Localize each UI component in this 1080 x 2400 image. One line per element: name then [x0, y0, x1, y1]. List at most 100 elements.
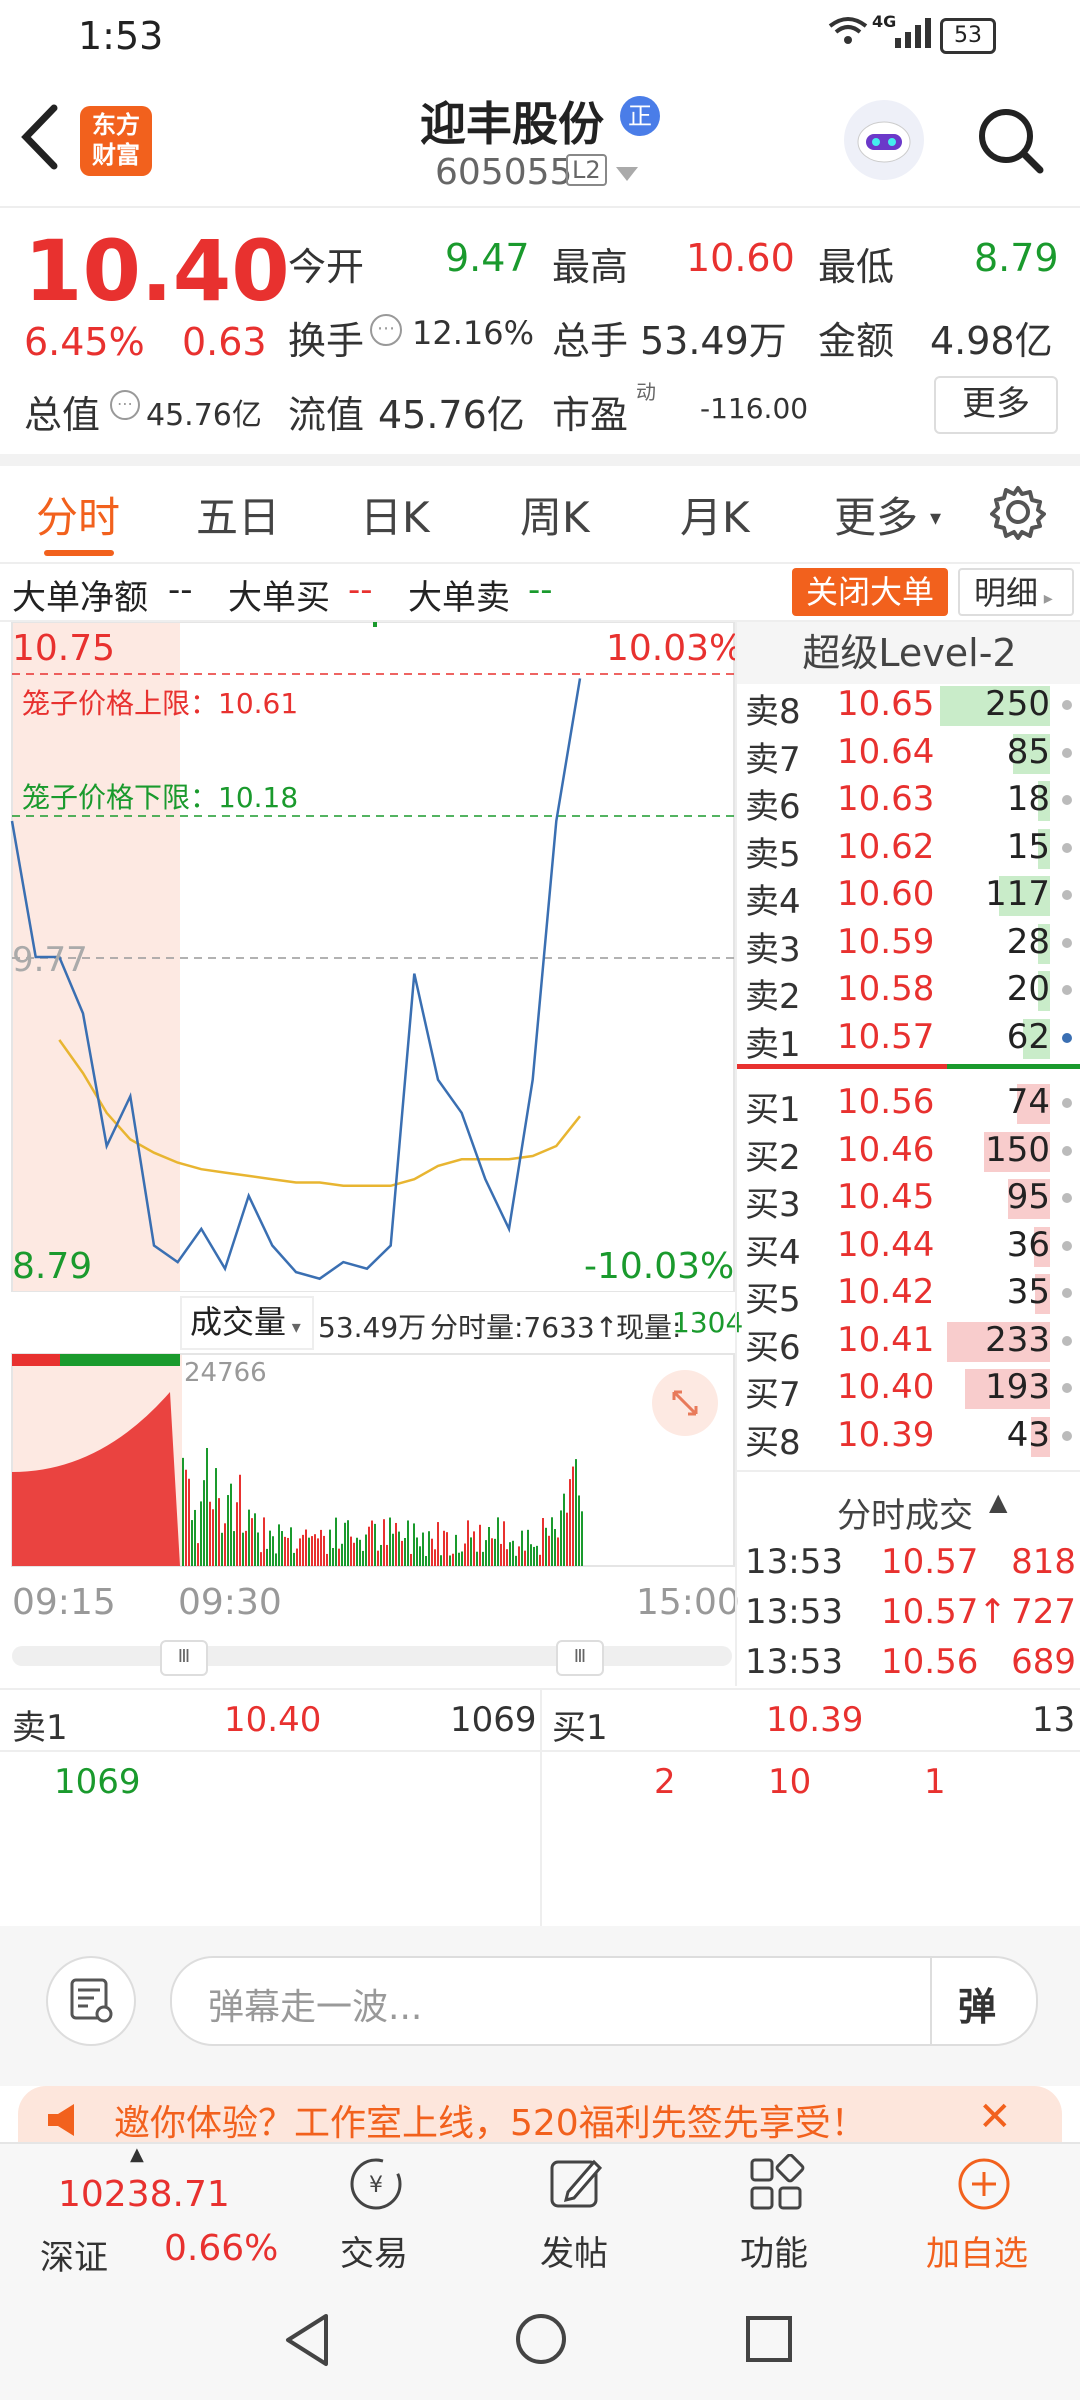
detail-label: 明细 — [974, 574, 1039, 612]
sell-row[interactable]: 卖1 10.57 62 — [737, 1015, 1080, 1065]
time-range-slider[interactable]: Ⅲ Ⅲ — [12, 1640, 732, 1676]
index-ticker[interactable]: ▲ 10238.71 深证 0.66% — [0, 2144, 290, 2282]
robot-assistant-icon[interactable] — [844, 100, 924, 180]
buy-row[interactable]: 买6 10.41 233 — [737, 1318, 1080, 1368]
promo-banner[interactable]: 邀你体验？工作室上线，520福利先签先享受！ ✕ — [18, 2086, 1062, 2142]
nav-recents-icon[interactable] — [744, 2314, 794, 2368]
sell-row[interactable]: 卖7 10.64 85 — [737, 730, 1080, 780]
danmaku-settings-icon[interactable] — [46, 1956, 136, 2046]
tick-price: 10.56 — [881, 1642, 979, 1682]
big-order-sell-value: -- — [528, 570, 553, 610]
queue-buy-item: 1 — [924, 1762, 946, 1802]
info-icon[interactable]: ⋯ — [110, 390, 140, 420]
volume-bar — [482, 1551, 484, 1566]
buy-row[interactable]: 买3 10.45 95 — [737, 1175, 1080, 1225]
volume-bar — [386, 1544, 388, 1566]
ticks-title[interactable]: 分时成交 — [837, 1488, 973, 1537]
sell-row[interactable]: 卖4 10.60 117 — [737, 872, 1080, 922]
detail-button[interactable]: 明细 ▸ — [958, 568, 1074, 616]
bid-ask-ratio-bar-buy — [947, 1064, 1080, 1069]
buy-row[interactable]: 买2 10.46 150 — [737, 1128, 1080, 1178]
sell-level-price: 10.58 — [837, 969, 935, 1009]
nav-home-icon[interactable] — [514, 2312, 568, 2370]
buy-row[interactable]: 买7 10.40 193 — [737, 1365, 1080, 1415]
intraday-chart[interactable]: 10.75 10.03% 笼子价格上限：10.61 笼子价格下限：10.18 9… — [0, 622, 743, 1686]
big-order-buy-value: -- — [348, 570, 373, 610]
chevron-down-icon[interactable] — [616, 166, 638, 185]
turnover-value: 12.16% — [412, 314, 535, 352]
volume-bar — [332, 1547, 334, 1566]
pe-label: 市盈 — [552, 393, 629, 437]
volume-bar — [302, 1534, 304, 1566]
level-dot-icon — [1062, 1145, 1072, 1156]
volume-bar — [566, 1512, 568, 1566]
sell-row[interactable]: 卖3 10.59 28 — [737, 920, 1080, 970]
close-icon[interactable]: ✕ — [978, 2094, 1012, 2140]
danmaku-send-button[interactable]: 弹 — [958, 1976, 996, 2031]
buy-row[interactable]: 买8 10.39 43 — [737, 1413, 1080, 1463]
network-label: 4G — [872, 12, 897, 31]
price-top-label: 10.75 — [12, 628, 116, 669]
sell-level-label: 卖4 — [745, 882, 801, 922]
info-icon[interactable]: ⋯ — [370, 314, 402, 346]
sell-row[interactable]: 卖8 10.65 250 — [737, 682, 1080, 732]
nav-function-label: 功能 — [740, 2234, 808, 2274]
tab-more[interactable]: 更多 — [834, 484, 918, 545]
volume-bar — [383, 1519, 385, 1566]
volume-bar — [506, 1549, 508, 1566]
nav-add-watchlist[interactable]: 加自选 — [910, 2154, 1060, 2274]
pct-bottom-label: -10.03% — [584, 1246, 735, 1287]
level-badge[interactable]: L2 — [566, 154, 607, 186]
danmaku-input[interactable]: 弹幕走一波... 弹 — [170, 1956, 1038, 2046]
volume-bar — [248, 1509, 250, 1566]
buy-row[interactable]: 买4 10.44 36 — [737, 1223, 1080, 1273]
nav-function[interactable]: 功能 — [710, 2154, 840, 2274]
search-icon[interactable] — [976, 106, 1046, 180]
gear-icon[interactable] — [990, 484, 1046, 544]
change-amt: 0.63 — [182, 320, 267, 364]
quote-panel: 10.40 6.45% 0.63 今开 9.47 最高 10.60 最低 8.7… — [0, 208, 1080, 466]
chevron-down-icon[interactable]: ▾ — [930, 506, 941, 531]
volume-bar — [560, 1510, 562, 1566]
volume-bar — [476, 1551, 478, 1566]
caret-up-icon[interactable]: ▲ — [989, 1488, 1007, 1516]
buy-level-label: 买6 — [745, 1327, 801, 1368]
nav-back-icon[interactable] — [282, 2312, 332, 2372]
app-logo[interactable]: 东方 财富 — [80, 106, 152, 176]
tab-monthly-k[interactable]: 月K — [680, 484, 750, 545]
level-dot-icon — [1062, 795, 1072, 805]
sell-row[interactable]: 卖6 10.63 18 — [737, 777, 1080, 827]
close-big-order-button[interactable]: 关闭大单 — [792, 568, 948, 616]
buy-row[interactable]: 买5 10.42 35 — [737, 1270, 1080, 1320]
queue-buy-total: 13 — [1032, 1700, 1076, 1740]
buy-row[interactable]: 买1 10.56 74 — [737, 1080, 1080, 1130]
volume-bar — [572, 1466, 574, 1566]
volume-bar — [404, 1538, 406, 1566]
sell-row[interactable]: 卖5 10.62 15 — [737, 825, 1080, 875]
order-book-title: 超级Level-2 — [737, 622, 1080, 684]
volume-bar — [200, 1501, 202, 1566]
tab-five-day[interactable]: 五日 — [196, 484, 280, 545]
slider-left-handle[interactable]: Ⅲ — [160, 1640, 208, 1676]
volume-bar — [416, 1537, 418, 1566]
tab-daily-k[interactable]: 日K — [360, 484, 430, 545]
volume-bar — [185, 1469, 187, 1566]
volume-bar — [539, 1554, 541, 1566]
nav-post[interactable]: 发帖 — [510, 2154, 640, 2274]
nav-trade[interactable]: ¥ 交易 — [310, 2154, 440, 2274]
back-icon[interactable] — [18, 102, 62, 176]
volume-bar — [284, 1536, 286, 1566]
sell-row[interactable]: 卖2 10.58 20 — [737, 967, 1080, 1017]
price-chart-svg — [10, 622, 735, 1292]
volume-bar — [428, 1531, 430, 1566]
order-queue: 卖1 10.40 1069 1069 买1 10.39 13 2 10 1 — [0, 1688, 1080, 1928]
stock-header: 东方 财富 迎丰股份 正 605055 L2 — [0, 70, 1080, 208]
volume-bar — [569, 1479, 571, 1566]
volume-bar — [266, 1548, 268, 1566]
slider-right-handle[interactable]: Ⅲ — [556, 1640, 604, 1676]
more-button[interactable]: 更多 — [934, 376, 1058, 434]
expand-icon[interactable] — [652, 1370, 718, 1436]
tab-weekly-k[interactable]: 周K — [520, 484, 590, 545]
tab-intraday[interactable]: 分时 — [36, 484, 120, 545]
volume-selector[interactable]: 成交量 ▾ — [180, 1296, 314, 1350]
